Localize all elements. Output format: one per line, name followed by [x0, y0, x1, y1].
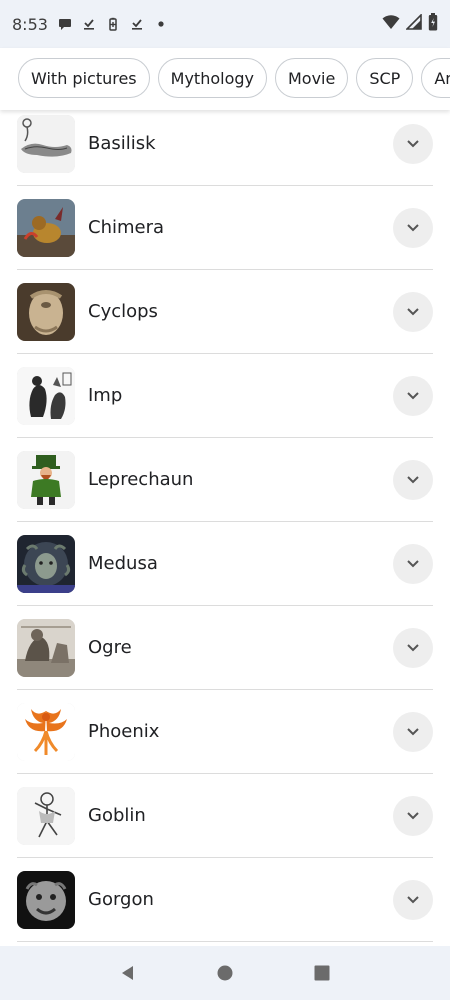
- chip-track: With pictures Mythology Movie SCP Ancien: [0, 48, 450, 98]
- leprechaun-image: [17, 450, 75, 509]
- list-item[interactable]: Cyclops: [17, 270, 433, 354]
- chip-mythology[interactable]: Mythology: [157, 58, 267, 98]
- expand-button[interactable]: [393, 459, 433, 500]
- creature-name: Phoenix: [88, 721, 160, 742]
- creature-list: Basilisk Chimera Cyclops Imp Leprechaun …: [0, 102, 450, 942]
- imp-image: [17, 366, 75, 425]
- list-item[interactable]: Leprechaun: [17, 438, 433, 522]
- list-item[interactable]: Basilisk: [17, 102, 433, 186]
- expand-button[interactable]: [393, 207, 433, 248]
- list-item[interactable]: Medusa: [17, 522, 433, 606]
- chip-scp[interactable]: SCP: [356, 58, 414, 98]
- chevron-down-icon: [407, 811, 419, 819]
- wifi-icon: [382, 14, 400, 35]
- download-check-icon: [130, 17, 144, 31]
- list-item[interactable]: Goblin: [17, 774, 433, 858]
- chip-movie[interactable]: Movie: [274, 58, 349, 98]
- medusa-image: [17, 534, 75, 593]
- chevron-down-icon: [407, 643, 419, 651]
- chat-bubble-icon: [58, 17, 72, 31]
- list-item[interactable]: Imp: [17, 354, 433, 438]
- battery-saver-icon: [106, 17, 120, 31]
- creature-name: Chimera: [88, 217, 165, 238]
- goblin-image: [17, 786, 75, 845]
- phoenix-image: [17, 702, 75, 761]
- creature-name: Gorgon: [88, 889, 154, 910]
- signal-icon: [405, 12, 422, 35]
- status-left: 8:53: [12, 15, 168, 34]
- creature-name: Imp: [88, 385, 123, 406]
- battery-icon: [428, 12, 438, 36]
- chip-with-pictures[interactable]: With pictures: [18, 58, 150, 98]
- creature-name: Ogre: [88, 637, 132, 658]
- expand-button[interactable]: [393, 123, 433, 164]
- chevron-down-icon: [407, 727, 419, 735]
- status-right: [382, 12, 438, 36]
- chevron-down-icon: [407, 223, 419, 231]
- creature-name: Basilisk: [88, 133, 156, 154]
- system-nav-bar: [0, 946, 450, 1000]
- chevron-down-icon: [407, 391, 419, 399]
- chevron-down-icon: [407, 475, 419, 483]
- chevron-down-icon: [407, 139, 419, 147]
- chevron-down-icon: [407, 559, 419, 567]
- expand-button[interactable]: [393, 711, 433, 752]
- expand-button[interactable]: [393, 795, 433, 836]
- basilisk-image: [17, 114, 75, 173]
- list-item[interactable]: Chimera: [17, 186, 433, 270]
- list-item[interactable]: Gorgon: [17, 858, 433, 942]
- recents-icon[interactable]: [310, 961, 334, 985]
- status-time: 8:53: [12, 14, 48, 34]
- home-icon[interactable]: [213, 961, 237, 985]
- list-item[interactable]: Ogre: [17, 606, 433, 690]
- filter-chip-bar[interactable]: With pictures Mythology Movie SCP Ancien: [0, 48, 450, 110]
- chevron-down-icon: [407, 307, 419, 315]
- ogre-image: [17, 618, 75, 677]
- chevron-down-icon: [407, 895, 419, 903]
- status-bar: 8:53: [0, 0, 450, 48]
- chip-ancient[interactable]: Ancien: [421, 58, 450, 98]
- list-item[interactable]: Phoenix: [17, 690, 433, 774]
- expand-button[interactable]: [393, 543, 433, 584]
- expand-button[interactable]: [393, 291, 433, 332]
- creature-name: Leprechaun: [88, 469, 194, 490]
- gorgon-image: [17, 870, 75, 929]
- back-icon[interactable]: [116, 961, 140, 985]
- creature-name: Goblin: [88, 805, 146, 826]
- download-check-icon: [82, 17, 96, 31]
- chimera-image: [17, 198, 75, 257]
- expand-button[interactable]: [393, 879, 433, 920]
- creature-name: Cyclops: [88, 301, 158, 322]
- dot-icon: [154, 17, 168, 31]
- creature-name: Medusa: [88, 553, 158, 574]
- expand-button[interactable]: [393, 375, 433, 416]
- cyclops-image: [17, 282, 75, 341]
- expand-button[interactable]: [393, 627, 433, 668]
